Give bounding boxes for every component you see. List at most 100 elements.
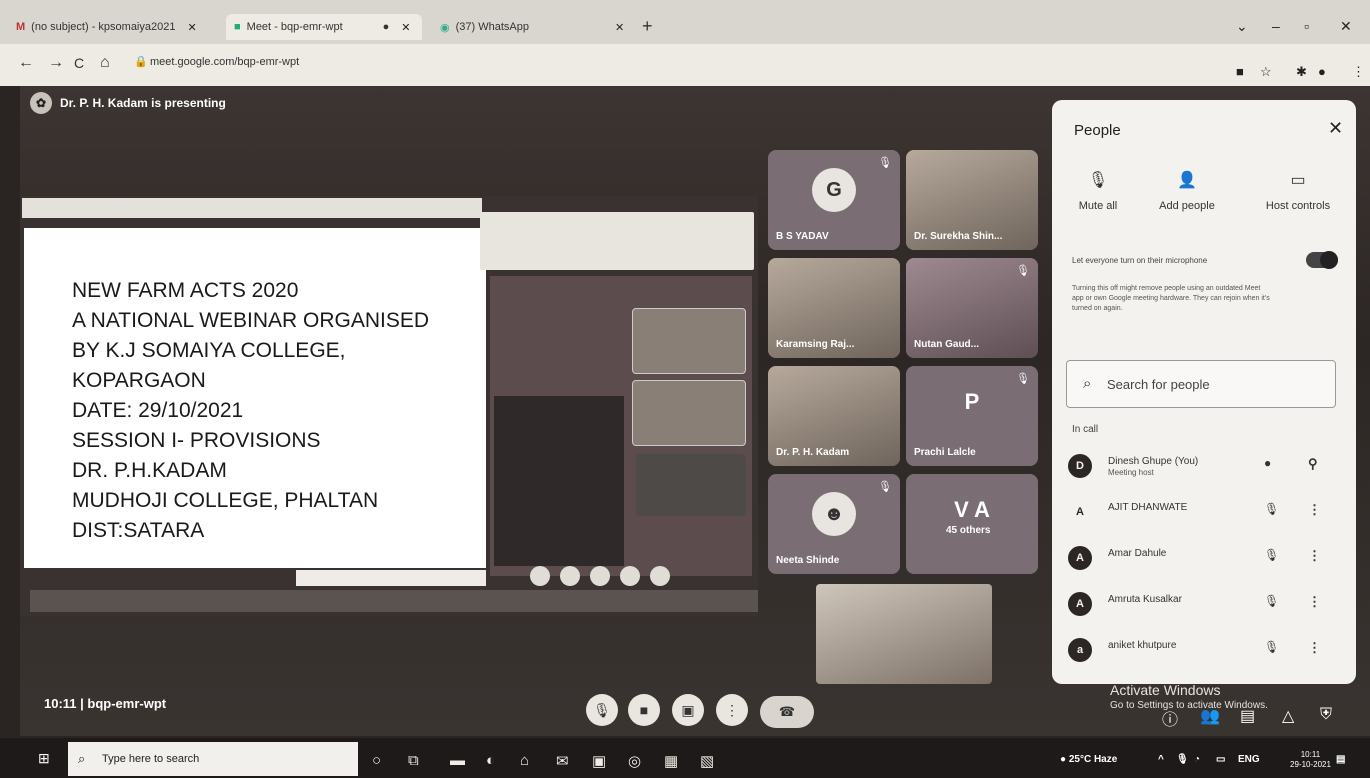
participant-row[interactable]: A AJIT DHANWATE 🎙 ⋮: [1068, 496, 1350, 530]
app-icon[interactable]: ▧: [700, 752, 714, 770]
language-indicator[interactable]: ENG: [1238, 754, 1260, 765]
minimize-button[interactable]: –: [1272, 18, 1280, 34]
mic-off-icon[interactable]: 🎙: [1264, 548, 1279, 562]
menu-kebab-icon[interactable]: ⋮: [1352, 64, 1365, 80]
app-icon[interactable]: ▣: [592, 752, 606, 770]
display-icon[interactable]: ▭: [1216, 754, 1225, 765]
taskbar-search-placeholder: Type here to search: [102, 753, 200, 765]
tray-overflow-icon[interactable]: ^: [1158, 754, 1164, 765]
mic-off-icon[interactable]: 🎙: [1264, 640, 1279, 654]
search-people-field[interactable]: ⌕ Search for people: [1066, 360, 1336, 408]
more-options-icon[interactable]: ●: [1264, 456, 1271, 470]
leave-call-button[interactable]: ☎: [760, 696, 814, 728]
wifi-icon[interactable]: ◔: [1194, 754, 1200, 765]
new-tab-button[interactable]: +: [642, 16, 653, 37]
close-icon[interactable]: ✕: [401, 21, 410, 34]
add-people-button[interactable]: 👤 Add people: [1152, 170, 1222, 212]
reload-button[interactable]: C: [74, 55, 84, 71]
close-window-button[interactable]: ✕: [1340, 18, 1352, 35]
recording-dot-icon: ●: [382, 21, 390, 33]
profile-avatar[interactable]: ●: [1318, 64, 1326, 79]
participant-name: AJIT DHANWATE: [1108, 502, 1188, 513]
participant-name: aniket khutpure: [1108, 640, 1177, 651]
windows-start-icon[interactable]: ⊞: [38, 750, 50, 767]
back-button[interactable]: ←: [18, 54, 34, 72]
close-icon[interactable]: ✕: [615, 21, 624, 34]
cortana-icon[interactable]: ○: [372, 752, 381, 769]
taskbar-search-field[interactable]: ⌕ Type here to search: [68, 742, 358, 776]
participant-row[interactable]: A Amruta Kusalkar 🎙 ⋮: [1068, 588, 1350, 622]
url-field[interactable]: meet.google.com/bqp-emr-wpt: [150, 56, 299, 68]
mute-all-button[interactable]: 🎙 Mute all: [1074, 170, 1122, 212]
tab-whatsapp[interactable]: ◉ (37) WhatsApp ✕: [432, 14, 638, 40]
nested-control-bar: [530, 566, 670, 586]
more-options-icon[interactable]: ⋮: [1308, 548, 1321, 564]
close-icon[interactable]: ✕: [1328, 118, 1343, 139]
present-button[interactable]: ▣: [672, 694, 704, 726]
mic-off-icon: 🎙: [1087, 172, 1109, 189]
participant-tile[interactable]: G 🎙 B S YADAV: [768, 150, 900, 250]
close-icon[interactable]: ✕: [187, 21, 196, 34]
participant-tile[interactable]: Karamsing Raj...: [768, 258, 900, 358]
maximize-button[interactable]: ▫: [1304, 18, 1309, 34]
participant-tile[interactable]: ☻ 🎙 Neeta Shinde: [768, 474, 900, 574]
participant-name: Karamsing Raj...: [776, 339, 855, 350]
participant-name: Amar Dahule: [1108, 548, 1167, 559]
activities-icon[interactable]: △: [1282, 706, 1294, 726]
people-icon[interactable]: 👥: [1200, 706, 1220, 726]
mic-permission-toggle[interactable]: [1306, 251, 1338, 269]
weather-widget[interactable]: ● 25°C Haze: [1060, 754, 1117, 765]
store-icon[interactable]: ⌂: [520, 752, 529, 769]
app-icon[interactable]: ▦: [664, 752, 678, 770]
notifications-icon[interactable]: ▤: [1336, 754, 1345, 765]
more-options-icon[interactable]: ⋮: [1308, 502, 1321, 518]
host-controls-icon: ▭: [1290, 172, 1306, 189]
tab-gmail[interactable]: M (no subject) - kpsomaiya2021 ✕: [8, 14, 220, 40]
more-options-button[interactable]: ⋮: [716, 694, 748, 726]
mic-off-icon[interactable]: 🎙: [1264, 502, 1279, 516]
others-count: 45 others: [946, 525, 991, 536]
more-options-icon[interactable]: ⋮: [1308, 640, 1321, 656]
mic-tray-icon[interactable]: 🎙: [1176, 754, 1189, 765]
host-lock-icon[interactable]: ⛨: [1320, 706, 1332, 724]
self-view-tile[interactable]: [816, 584, 992, 684]
camera-button[interactable]: ■: [628, 694, 660, 726]
chrome-icon[interactable]: ◎: [628, 752, 641, 770]
participant-row[interactable]: A Amar Dahule 🎙 ⋮: [1068, 542, 1350, 576]
mic-off-icon[interactable]: 🎙: [1264, 594, 1279, 608]
taskbar-clock[interactable]: 10:11 29-10-2021: [1290, 750, 1331, 770]
more-options-icon[interactable]: ⋮: [1308, 594, 1321, 610]
chat-icon[interactable]: ▤: [1240, 706, 1255, 726]
nested-browser-window: [480, 212, 754, 270]
home-button[interactable]: ⌂: [100, 54, 110, 72]
file-explorer-icon[interactable]: ▬: [450, 752, 465, 769]
participant-tile-others[interactable]: V A 45 others: [906, 474, 1038, 574]
participant-tile[interactable]: P 🎙 Prachi Lalcle: [906, 366, 1038, 466]
camera-indicator-icon[interactable]: ■: [1236, 64, 1244, 79]
participant-tile[interactable]: Dr. Surekha Shin...: [906, 150, 1038, 250]
mail-icon[interactable]: ✉: [556, 752, 569, 770]
bookmark-star-icon[interactable]: ☆: [1260, 64, 1272, 80]
pin-icon[interactable]: ⚲: [1308, 456, 1318, 472]
edge-icon[interactable]: ◐: [486, 752, 495, 769]
mic-button[interactable]: 🎙: [586, 694, 618, 726]
task-view-icon[interactable]: ⧉: [408, 752, 419, 769]
extensions-icon[interactable]: ✱: [1296, 64, 1307, 80]
participant-row[interactable]: a aniket khutpure 🎙 ⋮: [1068, 634, 1350, 668]
tab-meet[interactable]: ■ Meet - bqp-emr-wpt ● ✕: [226, 14, 422, 40]
camera-icon: ■: [639, 702, 649, 718]
tab-search-icon[interactable]: ⌄: [1236, 18, 1248, 35]
slide-line: DATE: 29/10/2021: [72, 399, 244, 422]
participant-tile[interactable]: Dr. P. H. Kadam: [768, 366, 900, 466]
nested-video-tile: [632, 308, 746, 374]
participant-row[interactable]: D Dinesh Ghupe (You) Meeting host ● ⚲: [1068, 450, 1350, 484]
tab-label: Meet - bqp-emr-wpt: [246, 21, 343, 33]
in-call-heading: In call: [1072, 424, 1099, 435]
info-icon[interactable]: ⓘ: [1162, 706, 1178, 730]
avatar: D: [1068, 454, 1092, 478]
participant-tile[interactable]: 🎙 Nutan Gaud...: [906, 258, 1038, 358]
forward-button[interactable]: →: [48, 54, 64, 72]
slide-line: BY K.J SOMAIYA COLLEGE,: [72, 339, 346, 362]
host-controls-button[interactable]: ▭ Host controls: [1258, 170, 1338, 212]
mic-icon: 🎙: [593, 701, 611, 718]
